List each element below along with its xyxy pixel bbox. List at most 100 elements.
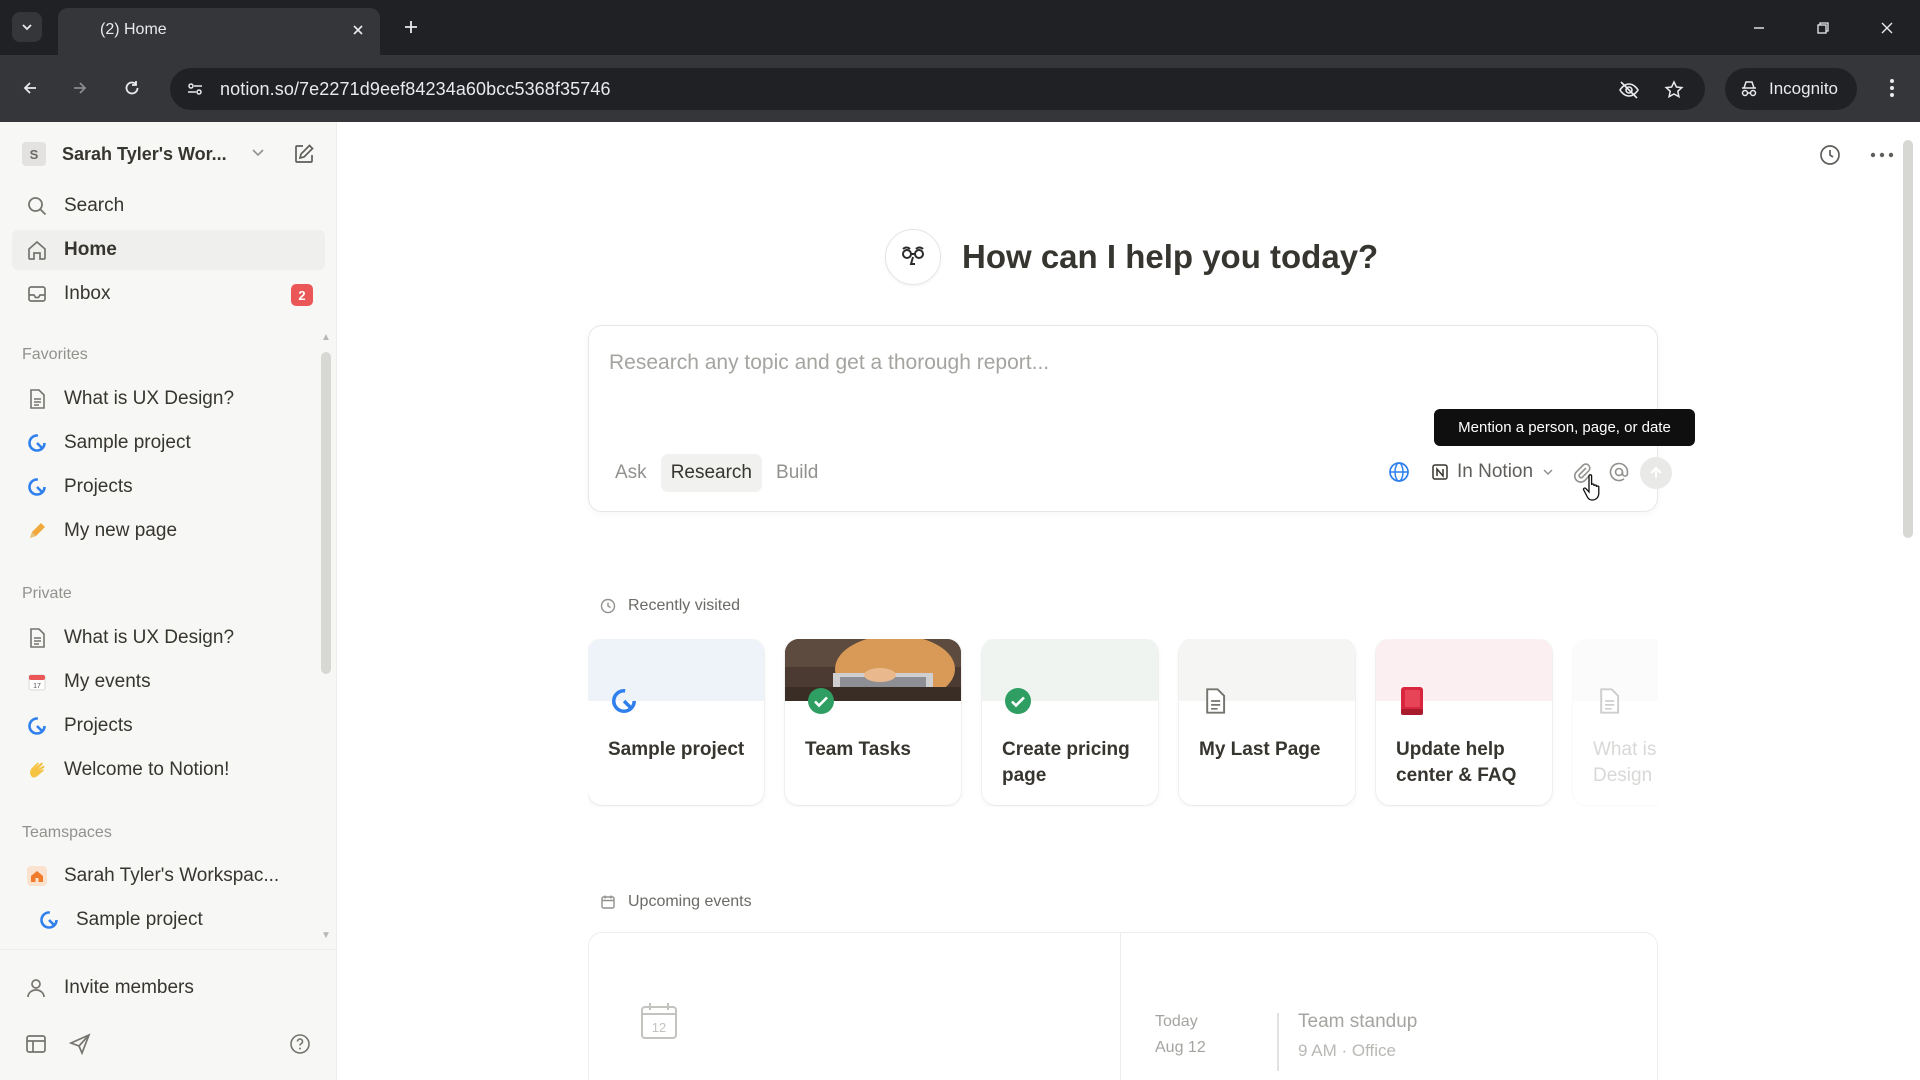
templates-icon[interactable] (22, 1030, 50, 1058)
submit-button[interactable] (1640, 457, 1672, 489)
add-person-icon (24, 975, 50, 1001)
sidebar-item-projects-private[interactable]: Projects (12, 706, 325, 746)
sidebar-item-label: My new page (64, 520, 178, 541)
close-icon (1881, 22, 1893, 34)
project-icon (24, 713, 50, 739)
chevron-down-icon (22, 24, 32, 31)
sidebar-item-teamspace[interactable]: Sarah Tyler's Workspac... (12, 856, 325, 896)
invite-members-button[interactable]: Invite members (12, 968, 325, 1008)
sidebar-scrollbar[interactable] (321, 352, 331, 674)
sidebar-item-ux-design[interactable]: What is UX Design? (12, 379, 325, 419)
inbox-count-badge: 2 (291, 284, 313, 306)
browser-tab-home[interactable]: (2) Home (58, 8, 380, 55)
card-title: Sample project (608, 739, 745, 760)
compose-icon (295, 144, 314, 163)
sidebar-item-label: Sample project (64, 432, 191, 453)
sidebar-item-inbox[interactable]: Inbox 2 (12, 274, 325, 314)
site-settings-icon[interactable] (184, 78, 206, 100)
source-label: In Notion (1457, 461, 1534, 482)
forward-button[interactable] (64, 72, 96, 104)
sidebar-item-welcome[interactable]: Welcome to Notion! (12, 750, 325, 790)
ai-face-icon (885, 229, 941, 285)
mode-ask[interactable]: Ask (605, 454, 657, 492)
source-selector[interactable]: In Notion (1431, 455, 1555, 489)
sidebar-item-sample-project[interactable]: Sample project (12, 423, 325, 463)
events-divider (1120, 933, 1121, 1080)
recent-card-create-pricing[interactable]: Create pricing page (982, 639, 1158, 805)
sidebar-item-my-events[interactable]: 17 My events (12, 662, 325, 702)
calendar-large-icon: 12 (639, 1001, 679, 1041)
sidebar-item-ux-design-private[interactable]: What is UX Design? (12, 618, 325, 658)
mode-research[interactable]: Research (660, 454, 763, 492)
main-scrollbar[interactable] (1903, 140, 1913, 538)
chevron-down-icon (1543, 469, 1553, 476)
favorites-heading[interactable]: Favorites (22, 346, 88, 364)
back-button[interactable] (14, 72, 46, 104)
mention-at-icon[interactable] (1604, 457, 1634, 487)
recent-card-help-center[interactable]: Update help center & FAQ (1376, 639, 1552, 805)
close-icon (353, 25, 363, 35)
card-title: Team Tasks (805, 739, 911, 760)
new-tab-button[interactable] (398, 14, 424, 40)
search-icon (24, 193, 50, 219)
recent-card-sample-project[interactable]: Sample project (588, 639, 764, 805)
scroll-down-arrow-icon[interactable]: ▼ (320, 930, 332, 941)
url-text: notion.so/7e2271d9eef84234a60bcc5368f357… (220, 79, 611, 99)
restore-button[interactable] (1807, 12, 1839, 44)
notion-logo-icon (1432, 464, 1448, 480)
tab-close-button[interactable] (348, 20, 368, 40)
event-meta: 9 AM · Office (1298, 1041, 1396, 1060)
recent-card-team-tasks[interactable]: Team Tasks (785, 639, 961, 805)
eye-off-icon[interactable] (1617, 78, 1641, 102)
reload-button[interactable] (116, 72, 148, 104)
incognito-icon (1741, 81, 1757, 97)
more-vertical-icon (1890, 79, 1894, 97)
recent-cards: Sample project Team Tasks Create pricing… (588, 639, 1658, 807)
workspace-switcher[interactable]: S Sarah Tyler's Wor... (22, 138, 322, 170)
project-icon (608, 685, 640, 717)
mode-selector: Ask Research Build (605, 454, 828, 492)
new-page-button[interactable] (290, 140, 318, 168)
event-title[interactable]: Team standup (1298, 1011, 1417, 1033)
wave-icon (24, 757, 50, 783)
sidebar-item-projects[interactable]: Projects (12, 467, 325, 507)
page-icon (1199, 685, 1231, 717)
browser-menu-button[interactable] (1876, 72, 1908, 104)
more-options-icon[interactable] (1866, 139, 1898, 171)
tab-search-button[interactable] (12, 12, 42, 42)
recent-card-my-last-page[interactable]: My Last Page (1179, 639, 1355, 805)
card-title: My Last Page (1199, 739, 1321, 760)
private-heading[interactable]: Private (22, 585, 72, 603)
event-day: Today (1155, 1013, 1198, 1030)
send-feedback-icon[interactable] (66, 1030, 94, 1058)
help-icon[interactable] (286, 1030, 314, 1058)
sidebar-item-label: What is UX Design? (64, 388, 235, 409)
sidebar-item-my-new-page[interactable]: My new page (12, 511, 325, 551)
sidebar-item-label: Inbox (64, 283, 111, 304)
event-color-bar (1277, 1013, 1279, 1071)
web-search-globe-icon[interactable] (1384, 457, 1414, 487)
reload-icon (125, 81, 139, 95)
window-close-button[interactable] (1871, 12, 1903, 44)
bookmark-star-icon[interactable] (1662, 78, 1686, 102)
minimize-button[interactable] (1743, 12, 1775, 44)
mode-build[interactable]: Build (766, 454, 828, 492)
sidebar-item-home[interactable]: Home (12, 230, 325, 270)
incognito-badge[interactable]: Incognito (1725, 68, 1857, 110)
house-icon (24, 863, 50, 889)
clock-icon (600, 598, 616, 614)
recent-card-ux-design[interactable]: What is UX Design (1573, 639, 1658, 805)
ai-prompt-input[interactable] (609, 346, 1609, 380)
plus-icon (405, 21, 417, 33)
sidebar-item-teamspace-sample-project[interactable]: Sample project (12, 900, 325, 940)
page-icon (1593, 685, 1625, 717)
teamspaces-heading[interactable]: Teamspaces (22, 824, 112, 842)
event-date: Aug 12 (1155, 1039, 1206, 1056)
scroll-up-arrow-icon[interactable]: ▲ (320, 332, 332, 343)
notion-favicon-icon (74, 24, 90, 40)
history-icon[interactable] (1814, 139, 1846, 171)
project-icon (24, 430, 50, 456)
sidebar-item-search[interactable]: Search (12, 186, 325, 226)
sidebar-item-label: Welcome to Notion! (64, 759, 230, 780)
address-bar[interactable]: notion.so/7e2271d9eef84234a60bcc5368f357… (170, 68, 1705, 110)
